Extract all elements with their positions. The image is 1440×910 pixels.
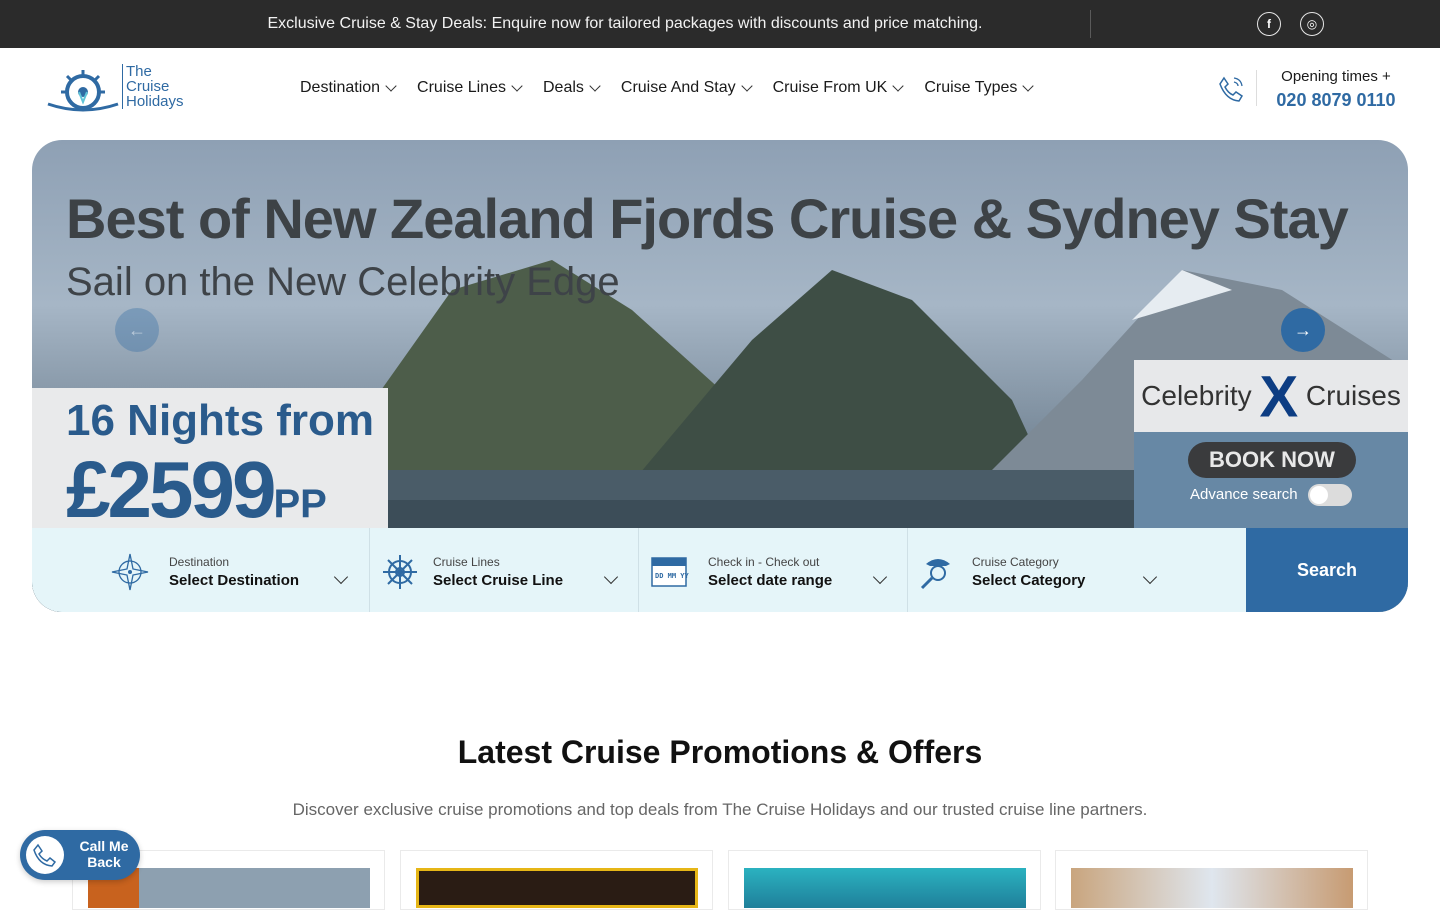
book-now-button[interactable]: BOOK NOW [1188, 442, 1356, 478]
call-me-back-label: Call Me Back [79, 838, 129, 870]
chevron-down-icon [740, 80, 753, 92]
search-button[interactable]: Search [1246, 528, 1408, 612]
hero-subtitle: Sail on the New Celebrity Edge [66, 260, 620, 304]
advance-search-toggle[interactable] [1308, 484, 1352, 506]
promo-text: Exclusive Cruise & Stay Deals: Enquire n… [267, 15, 983, 32]
promo-card-image [416, 868, 698, 908]
phone-icon [1219, 76, 1244, 102]
phone-number-link[interactable]: 020 8079 0110 [1266, 90, 1406, 111]
promo-card[interactable] [400, 850, 713, 910]
chevron-down-icon [603, 569, 619, 585]
top-announcement-bar: Exclusive Cruise & Stay Deals: Enquire n… [0, 0, 1440, 48]
chevron-down-icon [589, 80, 601, 92]
explorer-icon [920, 559, 950, 590]
site-logo[interactable]: The Cruise Holidays [46, 64, 196, 114]
category-select[interactable]: Cruise Category Select Category [908, 528, 1246, 612]
chevron-down-icon [1022, 80, 1035, 92]
celebrity-cruises-logo: Celebrity X Cruises [1134, 360, 1408, 432]
nav-destination[interactable]: Destination [300, 76, 397, 100]
svg-text:DD MM YY: DD MM YY [655, 572, 689, 580]
hero-title: Best of New Zealand Fjords Cruise & Sydn… [66, 187, 1349, 250]
nav-cruise-lines[interactable]: Cruise Lines [417, 76, 523, 100]
cruise-line-select[interactable]: Cruise Lines Select Cruise Line [370, 528, 639, 612]
call-me-back-button[interactable]: Call Me Back [20, 830, 140, 880]
promo-card-image [1071, 868, 1353, 908]
nav-cruise-and-stay[interactable]: Cruise And Stay [621, 76, 753, 100]
nav-cruise-from-uk[interactable]: Cruise From UK [773, 76, 904, 100]
slider-prev-button[interactable]: ← [115, 308, 159, 352]
destination-select[interactable]: Destination Select Destination [32, 528, 370, 612]
price-panel: 16 Nights from £2599PP [32, 388, 388, 534]
nights-text: 16 Nights from [66, 396, 375, 445]
price-text: £2599PP [66, 445, 327, 534]
chevron-down-icon [385, 80, 397, 92]
toggle-knob [1310, 486, 1328, 504]
search-bar: Destination Select Destination Cruise Li… [32, 528, 1408, 612]
facebook-icon[interactable]: f [1257, 12, 1281, 36]
topbar-divider [1090, 10, 1091, 38]
chevron-down-icon [511, 80, 523, 92]
promo-card[interactable] [728, 850, 1041, 910]
phone-separator [1256, 70, 1257, 106]
advance-search-label: Advance search [1190, 486, 1298, 503]
chevron-down-icon [1142, 569, 1158, 585]
promotions-title: Latest Cruise Promotions & Offers [457, 734, 983, 770]
promotions-description: Discover exclusive cruise promotions and… [292, 800, 1148, 819]
ship-wheel-icon [383, 555, 417, 589]
promo-card[interactable] [1055, 850, 1368, 910]
phone-icon [26, 836, 64, 874]
compass-icon [111, 553, 149, 591]
ship-wheel-icon [47, 70, 119, 112]
date-range-select[interactable]: DD MM YY Check in - Check out Select dat… [639, 528, 908, 612]
nav-deals[interactable]: Deals [543, 76, 601, 100]
logo-wordmark: The Cruise Holidays [122, 64, 192, 109]
nav-cruise-types[interactable]: Cruise Types [924, 76, 1035, 100]
instagram-icon[interactable]: ◎ [1300, 12, 1324, 36]
promo-card-image [744, 868, 1026, 908]
opening-times-toggle[interactable]: Opening times + [1266, 68, 1406, 85]
celebrity-panel: Celebrity X Cruises BOOK NOW Advance sea… [1134, 360, 1408, 530]
slider-next-button[interactable]: → [1281, 308, 1325, 352]
chevron-down-icon [333, 569, 349, 585]
site-header: The Cruise Holidays Destination Cruise L… [0, 48, 1440, 140]
chevron-down-icon [872, 569, 888, 585]
chevron-down-icon [892, 80, 904, 92]
main-nav: Destination Cruise Lines Deals Cruise An… [300, 76, 1054, 100]
calendar-icon: DD MM YY [651, 557, 689, 587]
